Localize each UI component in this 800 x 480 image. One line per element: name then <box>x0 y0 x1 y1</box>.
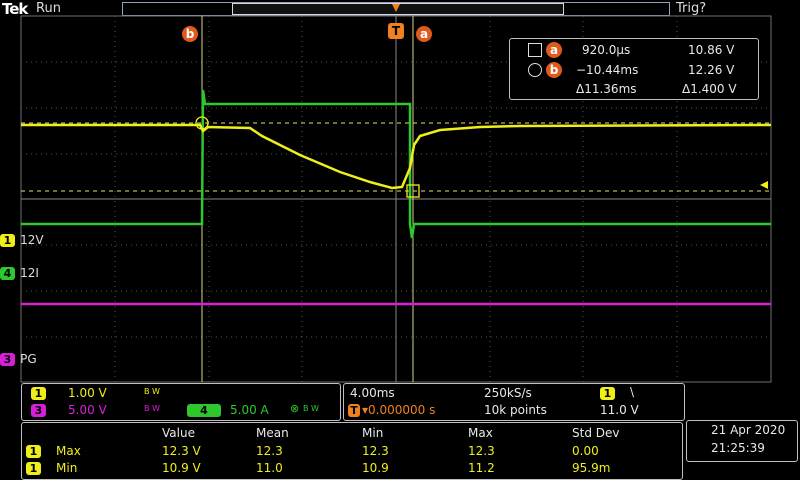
ch3-label[interactable]: 3 PG <box>0 348 37 367</box>
cursor-b-volt: 12.26 V <box>688 63 735 77</box>
horizontal-settings-panel[interactable]: 4.00ms 250kS/s 1 \ T ▾0.000000 s 10k poi… <box>343 383 685 421</box>
ch1-scale[interactable]: 1.00 V <box>68 386 107 400</box>
delta-time: Δ11.36ms <box>576 82 637 96</box>
sample-rate: 250kS/s <box>484 386 532 400</box>
trigger-source-tag[interactable]: 1 <box>600 387 615 400</box>
header-min: Min <box>362 426 384 440</box>
header-value: Value <box>162 426 195 440</box>
time: 21:25:39 <box>711 441 765 455</box>
header-mean: Mean <box>256 426 289 440</box>
header-std-dev: Std Dev <box>572 426 620 440</box>
trigger-level[interactable]: 11.0 V <box>600 403 639 417</box>
ch4-scale-tag[interactable]: 4 <box>187 404 221 417</box>
vertical-settings-panel[interactable]: 1 1.00 V B W 3 5.00 V B W 4 5.00 A ⊗ B W <box>21 383 341 421</box>
time-scale[interactable]: 4.00ms <box>350 386 395 400</box>
cursor-b-marker[interactable]: b <box>182 23 198 42</box>
table-row[interactable]: 1 Max 12.3 V 12.3 12.3 12.3 0.00 <box>22 444 682 460</box>
ch1-scale-tag[interactable]: 1 <box>31 387 46 400</box>
ch3-bw-icon: B W <box>144 404 160 413</box>
measurements-panel[interactable]: Value Mean Min Max Std Dev 1 Max 12.3 V … <box>21 422 683 480</box>
header-max: Max <box>468 426 493 440</box>
cursor-a-time: 920.0µs <box>582 43 631 57</box>
cursor-b-icon: b <box>546 62 562 78</box>
cursor-a-icon: a <box>546 42 562 58</box>
table-row[interactable]: 1 Min 10.9 V 11.0 10.9 11.2 95.9m <box>22 461 682 477</box>
record-length: 10k points <box>484 403 547 417</box>
ch1-label[interactable]: 1 12V <box>0 229 44 248</box>
trigger-slope-icon[interactable]: \ <box>630 385 634 399</box>
cursor-readout: a 920.0µs 10.86 V b −10.44ms 12.26 V Δ11… <box>509 38 759 100</box>
ch1-bw-icon: B W <box>144 387 160 396</box>
cursor-a-marker[interactable]: a <box>416 23 432 42</box>
cursor-a-volt: 10.86 V <box>688 43 735 57</box>
trigger-position[interactable]: ▾0.000000 s <box>362 403 435 417</box>
square-icon <box>528 43 542 57</box>
trigger-level-arrow <box>760 181 768 189</box>
date: 21 Apr 2020 <box>711 423 786 437</box>
trigger-position-arrow <box>392 4 400 12</box>
trigger-position-icon: T <box>348 404 360 417</box>
ch4-scale[interactable]: 5.00 A <box>230 403 269 417</box>
ch3-scale[interactable]: 5.00 V <box>68 403 107 417</box>
trigger-marker[interactable]: T <box>388 23 404 39</box>
cursor-b-time: −10.44ms <box>576 63 639 77</box>
delta-volt: Δ1.400 V <box>682 82 737 96</box>
ch4-label[interactable]: 4 12I <box>0 262 39 281</box>
datetime-panel: 21 Apr 2020 21:25:39 <box>686 420 798 462</box>
ch3-scale-tag[interactable]: 3 <box>31 404 46 417</box>
current-probe-icon: ⊗ <box>290 402 300 415</box>
circle-icon <box>528 63 542 77</box>
ch4-bw-icon: B W <box>303 404 319 413</box>
